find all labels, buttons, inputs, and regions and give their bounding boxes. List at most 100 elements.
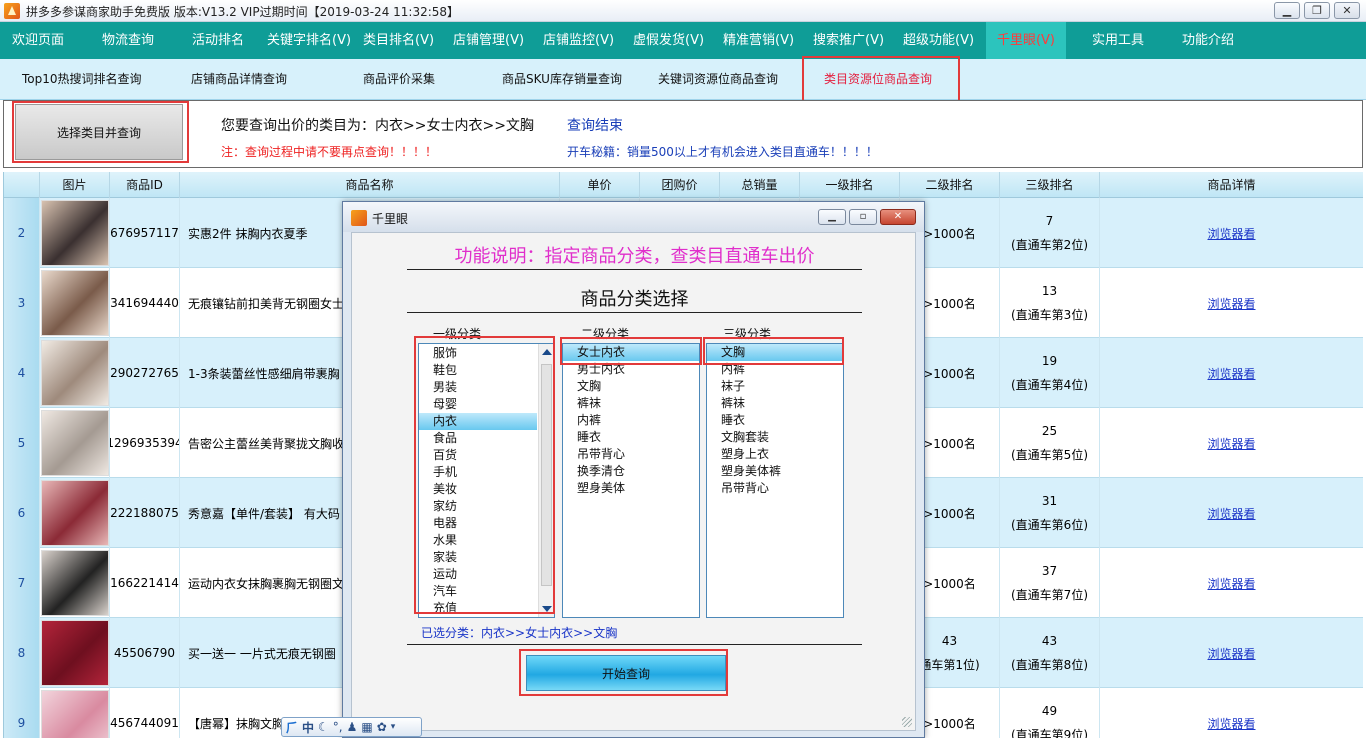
detail-cell: 浏览器看 bbox=[1100, 478, 1363, 548]
level1-option[interactable]: 运动 bbox=[419, 566, 537, 583]
level3-option[interactable]: 睡衣 bbox=[707, 412, 843, 429]
tab-sku-stock-query[interactable]: 商品SKU库存销量查询 bbox=[502, 59, 622, 100]
open-in-browser-link[interactable]: 浏览器看 bbox=[1207, 645, 1255, 662]
dialog-close-button[interactable]: ✕ bbox=[880, 209, 916, 225]
tab-keyword-resource[interactable]: 关键词资源位商品查询 bbox=[658, 59, 778, 100]
level3-option[interactable]: 内裤 bbox=[707, 361, 843, 378]
level2-option[interactable]: 换季清仓 bbox=[563, 463, 699, 480]
scroll-up-icon[interactable] bbox=[542, 349, 552, 355]
maximize-button[interactable]: ❐ bbox=[1304, 2, 1330, 19]
menu-activity-rank[interactable]: 活动排名 bbox=[192, 22, 244, 59]
tab-category-resource[interactable]: 类目资源位商品查询 bbox=[824, 59, 932, 100]
level1-option[interactable]: 水果 bbox=[419, 532, 537, 549]
menu-tools[interactable]: 实用工具 bbox=[1092, 22, 1144, 59]
level1-option[interactable]: 鞋包 bbox=[419, 362, 537, 379]
level1-option[interactable]: 家纺 bbox=[419, 498, 537, 515]
rank3-value: 43 bbox=[1041, 634, 1058, 648]
select-category-button[interactable]: 选择类目并查询 bbox=[15, 104, 183, 160]
tab-top10-hot-words[interactable]: Top10热搜词排名查询 bbox=[22, 59, 142, 100]
level3-listbox[interactable]: 文胸 内裤 袜子 裤袜 睡衣 文胸套装 塑身上衣 塑身美体裤 吊带背心 bbox=[706, 343, 844, 618]
level2-option[interactable]: 塑身美体 bbox=[563, 480, 699, 497]
level1-option[interactable]: 家装 bbox=[419, 549, 537, 566]
level2-listbox[interactable]: 女士内衣 男士内衣 文胸 裤袜 内裤 睡衣 吊带背心 换季清仓 塑身美体 bbox=[562, 343, 700, 618]
level1-option[interactable]: 手机 bbox=[419, 464, 537, 481]
open-in-browser-link[interactable]: 浏览器看 bbox=[1207, 715, 1255, 732]
moon-icon[interactable]: ☾ bbox=[318, 720, 329, 734]
detail-cell: 浏览器看 bbox=[1100, 688, 1363, 738]
open-in-browser-link[interactable]: 浏览器看 bbox=[1207, 225, 1255, 242]
scrollbar[interactable] bbox=[538, 344, 554, 617]
tab-shop-product-detail[interactable]: 店铺商品详情查询 bbox=[191, 59, 287, 100]
level3-option[interactable]: 塑身上衣 bbox=[707, 446, 843, 463]
open-in-browser-link[interactable]: 浏览器看 bbox=[1207, 505, 1255, 522]
menu-super-functions[interactable]: 超级功能(V) bbox=[903, 22, 974, 59]
level3-option[interactable]: 文胸 bbox=[707, 344, 843, 361]
level1-option[interactable]: 男装 bbox=[419, 379, 537, 396]
menu-category-rank[interactable]: 类目排名(V) bbox=[363, 22, 434, 59]
close-button[interactable]: ✕ bbox=[1334, 2, 1360, 19]
level1-option[interactable]: 汽车 bbox=[419, 583, 537, 600]
rank3-value: 25 bbox=[1041, 424, 1058, 438]
level1-option[interactable]: 电器 bbox=[419, 515, 537, 532]
level2-option[interactable]: 男士内衣 bbox=[563, 361, 699, 378]
selected-category-path: 已选分类：内衣>>女士内衣>>文胸 bbox=[421, 626, 618, 640]
menu-precise-marketing[interactable]: 精准营销(V) bbox=[723, 22, 794, 59]
level1-option[interactable]: 美妆 bbox=[419, 481, 537, 498]
level2-option[interactable]: 文胸 bbox=[563, 378, 699, 395]
level2-option[interactable]: 睡衣 bbox=[563, 429, 699, 446]
user-icon[interactable]: ♟ bbox=[347, 720, 358, 734]
level1-option[interactable]: 内衣 bbox=[419, 413, 537, 430]
settings-icon[interactable]: ✿ bbox=[377, 720, 387, 734]
level1-listbox[interactable]: 服饰 鞋包 男装 母婴 内衣 食品 百货 手机 美妆 家纺 电器 水果 家装 运动 汽车 充值 bbox=[418, 343, 555, 618]
col-rank2: 二级排名 bbox=[900, 172, 1000, 198]
product-thumbnail bbox=[40, 200, 109, 266]
level3-option[interactable]: 塑身美体裤 bbox=[707, 463, 843, 480]
dialog-minimize-button[interactable]: ▁ bbox=[818, 209, 846, 225]
level1-option[interactable]: 母婴 bbox=[419, 396, 537, 413]
menu-logistics[interactable]: 物流查询 bbox=[102, 22, 154, 59]
dialog-maximize-button[interactable]: ▫ bbox=[849, 209, 877, 225]
level2-option[interactable]: 内裤 bbox=[563, 412, 699, 429]
menu-search-promo[interactable]: 搜索推广(V) bbox=[813, 22, 884, 59]
menu-about[interactable]: 功能介绍 bbox=[1182, 22, 1234, 59]
menu-fake-shipping[interactable]: 虚假发货(V) bbox=[633, 22, 704, 59]
level3-option[interactable]: 文胸套装 bbox=[707, 429, 843, 446]
open-in-browser-link[interactable]: 浏览器看 bbox=[1207, 295, 1255, 312]
open-in-browser-link[interactable]: 浏览器看 bbox=[1207, 435, 1255, 452]
divider bbox=[407, 644, 862, 645]
chevron-down-icon[interactable]: ▾ bbox=[391, 722, 396, 732]
menu-qianliyan[interactable]: 千里眼(V) bbox=[986, 22, 1066, 59]
menu-keyword-rank[interactable]: 关键字排名(V) bbox=[267, 22, 351, 59]
resize-grip-icon[interactable] bbox=[902, 717, 912, 727]
level2-option[interactable]: 裤袜 bbox=[563, 395, 699, 412]
level3-option[interactable]: 吊带背心 bbox=[707, 480, 843, 497]
app-icon bbox=[351, 210, 367, 226]
menu-shop-manage[interactable]: 店铺管理(V) bbox=[453, 22, 524, 59]
minimize-button[interactable]: ▁ bbox=[1274, 2, 1300, 19]
level3-option[interactable]: 袜子 bbox=[707, 378, 843, 395]
level1-option[interactable]: 充值 bbox=[419, 600, 537, 617]
rank3: 25 (直通车第5位) bbox=[1000, 408, 1100, 478]
tab-review-collect[interactable]: 商品评价采集 bbox=[363, 59, 435, 100]
keyboard-icon[interactable]: ▦ bbox=[361, 720, 372, 734]
rank3-note: (直通车第5位) bbox=[1011, 448, 1088, 462]
level1-option[interactable]: 服饰 bbox=[419, 345, 537, 362]
open-in-browser-link[interactable]: 浏览器看 bbox=[1207, 575, 1255, 592]
ime-mode[interactable]: 中 bbox=[302, 719, 314, 736]
menu-label: 活动排名 bbox=[192, 33, 245, 48]
ime-toolbar[interactable]: ⺁ 中 ☾ °, ♟ ▦ ✿ ▾ bbox=[281, 717, 422, 737]
level1-option[interactable]: 百货 bbox=[419, 447, 537, 464]
menu-welcome[interactable]: 欢迎页面 bbox=[12, 22, 64, 59]
scroll-down-icon[interactable] bbox=[542, 606, 552, 612]
rank3: 7 (直通车第2位) bbox=[1000, 198, 1100, 268]
menu-shop-monitor[interactable]: 店铺监控(V) bbox=[543, 22, 614, 59]
start-query-button[interactable]: 开始查询 bbox=[526, 655, 726, 691]
scroll-thumb[interactable] bbox=[541, 364, 552, 586]
window-title: 拼多多参谋商家助手免费版 版本:V13.2 VIP过期时间【2019-03-24… bbox=[26, 5, 460, 19]
level2-option[interactable]: 吊带背心 bbox=[563, 446, 699, 463]
level2-option[interactable]: 女士内衣 bbox=[563, 344, 699, 361]
level1-option[interactable]: 食品 bbox=[419, 430, 537, 447]
open-in-browser-link[interactable]: 浏览器看 bbox=[1207, 365, 1255, 382]
punctuation-icon[interactable]: °, bbox=[333, 720, 343, 734]
level3-option[interactable]: 裤袜 bbox=[707, 395, 843, 412]
